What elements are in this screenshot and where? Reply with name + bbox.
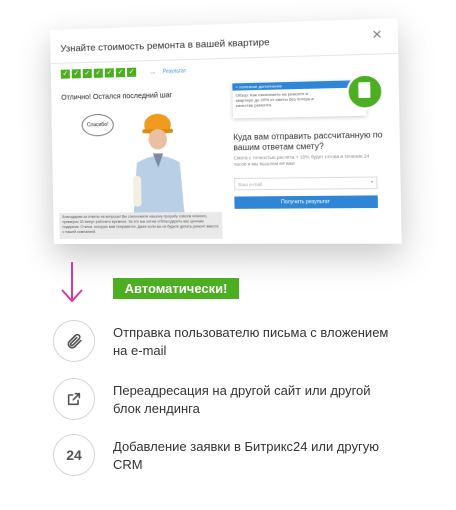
step-check-icon: ✓: [61, 69, 70, 78]
question-subtitle: Смета с точностью расчёта + 10% будет го…: [234, 153, 384, 167]
step-check-icon: ✓: [105, 68, 114, 77]
feature-text: Отправка пользователю письма с вложением…: [113, 324, 393, 360]
get-result-button[interactable]: Получить результат: [234, 195, 378, 209]
step-result-label: Результат: [163, 68, 187, 75]
step-check-icon: ✓: [116, 68, 125, 77]
left-heading: Отлично! Остался последний шаг: [61, 92, 172, 102]
right-pane: + полезное дополнение Обзор: Как сэконом…: [232, 80, 390, 238]
bonus-info-box: + полезное дополнение Обзор: Как сэконом…: [232, 80, 366, 118]
step-check-icon: ✓: [83, 69, 92, 78]
progress-steps: ✓ ✓ ✓ ✓ ✓ ✓ ✓ → Результат: [61, 66, 186, 79]
close-icon[interactable]: ✕: [371, 27, 382, 42]
step-check-icon: ✓: [72, 69, 81, 78]
document-icon: [346, 73, 384, 110]
feature-text: Добавление заявки в Битрикс24 или другую…: [113, 438, 393, 474]
external-link-icon: [53, 378, 95, 420]
required-marker: *: [371, 178, 373, 191]
divider: [51, 53, 398, 64]
question-title: Куда вам отправить рассчитанную по вашим…: [233, 130, 383, 153]
bonus-info-text: Обзор: Как сэкономить на ремонте в кварт…: [232, 88, 321, 110]
builder-illustration: [101, 106, 205, 217]
popup-title: Узнайте стоимость ремонта в вашей кварти…: [60, 37, 270, 55]
automatic-badge: Автоматически!: [113, 278, 239, 299]
feature-text: Переадресация на другой сайт или другой …: [113, 382, 393, 418]
arrow-down-icon: [60, 262, 84, 304]
popup-screenshot: Узнайте стоимость ремонта в вашей кварти…: [50, 18, 402, 244]
email-placeholder: Ваш e-mail: [238, 182, 262, 187]
bitrix24-icon-label: 24: [66, 447, 82, 463]
arrow-right-icon: →: [148, 67, 156, 76]
step-check-icon: ✓: [127, 68, 136, 77]
left-pane: Отлично! Остался последний шаг Спасибо! …: [51, 81, 227, 244]
paperclip-icon: [53, 320, 95, 362]
email-field[interactable]: Ваш e-mail *: [234, 176, 378, 190]
bitrix24-icon: 24: [53, 434, 95, 476]
thanks-caption: Благодарим за ответы на вопросы! Вы сэко…: [59, 212, 222, 239]
step-check-icon: ✓: [94, 69, 103, 78]
